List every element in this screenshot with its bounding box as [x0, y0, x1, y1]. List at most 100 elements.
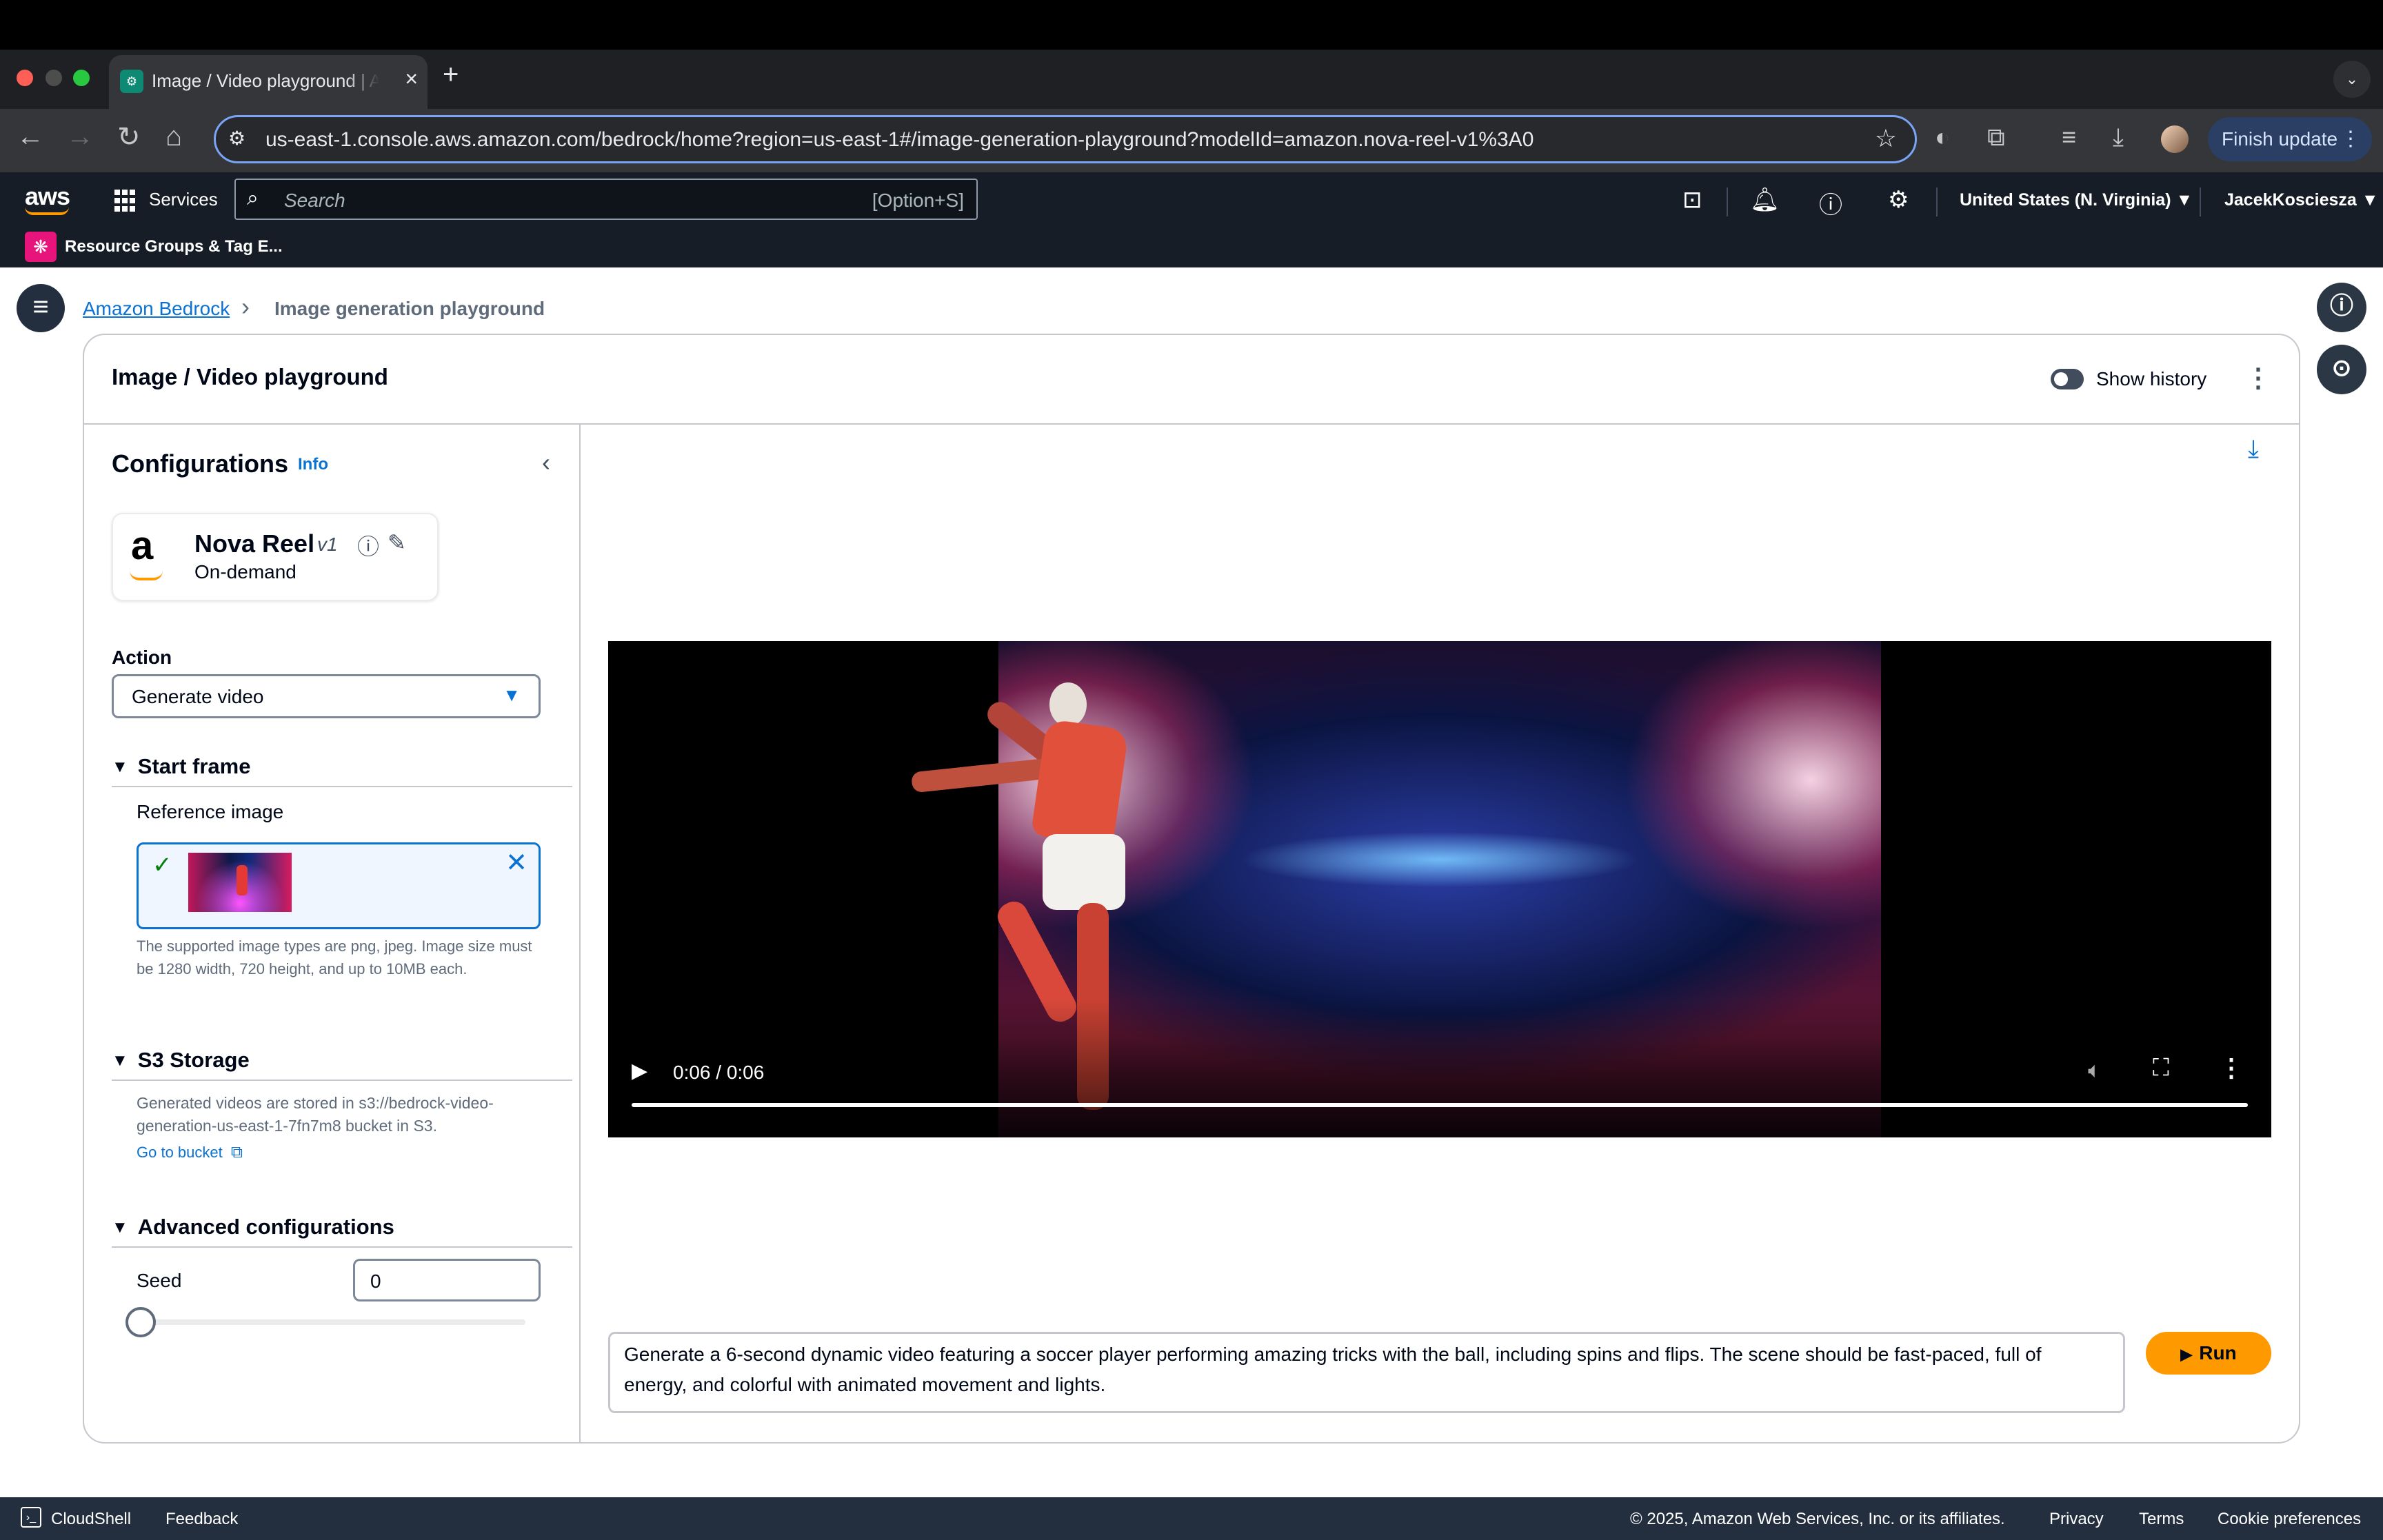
browser-tab[interactable]: ⚙ Image / Video playground | Amazon Bedr… [109, 55, 428, 109]
close-window-button[interactable] [17, 70, 33, 86]
expand-caret-icon: ▼ [112, 1218, 128, 1237]
breadcrumb-separator-icon: › [241, 292, 250, 321]
model-info-icon[interactable]: ⓘ [357, 529, 379, 561]
region-selector[interactable]: United States (N. Virginia) ▼ [1960, 190, 2193, 210]
finish-update-button[interactable]: Finish update ⋮ [2208, 117, 2372, 161]
cloudshell-icon[interactable]: ›_ [21, 1507, 41, 1528]
forward-icon[interactable]: → [66, 121, 94, 152]
profile-avatar[interactable] [2161, 125, 2189, 153]
privacy-link[interactable]: Privacy [2049, 1510, 2104, 1529]
seed-slider-handle[interactable] [125, 1307, 156, 1337]
run-label: Run [2199, 1342, 2237, 1364]
back-icon[interactable]: ← [17, 121, 44, 152]
advanced-configurations-section-header[interactable]: ▼ Advanced configurations [112, 1215, 394, 1239]
s3-storage-section-header[interactable]: ▼ S3 Storage [112, 1048, 250, 1073]
search-shortcut: [Option+S] [872, 190, 964, 211]
reference-image-help: The supported image types are png, jpeg.… [137, 938, 532, 977]
header-divider [1727, 188, 1728, 216]
seed-input[interactable]: 0 [353, 1259, 541, 1301]
google-lens-icon[interactable]: ◐ [1935, 123, 1950, 152]
help-icon[interactable]: ⓘ [1819, 186, 1842, 220]
side-nav-toggle-button[interactable]: ≡ [17, 284, 65, 332]
copyright-text: © 2025, Amazon Web Services, Inc. or its… [1630, 1510, 2005, 1528]
help-panel-icon[interactable]: ⊙ [2317, 345, 2366, 394]
cloudshell-link[interactable]: CloudShell [51, 1510, 131, 1529]
amazon-smile-icon [130, 571, 163, 580]
prompt-textarea[interactable]: Generate a 6-second dynamic video featur… [608, 1332, 2125, 1413]
address-bar[interactable]: ⚙ us-east-1.console.aws.amazon.com/bedro… [214, 115, 1917, 163]
action-select[interactable]: Generate video ▼ [112, 674, 541, 718]
bookmark-star-icon[interactable]: ☆ [1875, 124, 1897, 153]
bedrock-favicon-icon: ⚙ [120, 70, 143, 93]
home-icon[interactable]: ⌂ [165, 121, 182, 152]
player-jersey [1030, 718, 1129, 847]
new-tab-icon[interactable]: + [443, 59, 459, 90]
info-panel-icon[interactable]: ⓘ [2317, 283, 2366, 332]
services-grid-icon[interactable] [114, 189, 138, 212]
advanced-configurations-title: Advanced configurations [137, 1215, 394, 1239]
minimize-window-button[interactable] [46, 70, 62, 86]
volume-icon[interactable]: 🔈︎ [2088, 1057, 2101, 1084]
section-divider [112, 786, 572, 787]
extensions-icon[interactable]: ⧉ [1987, 123, 2005, 152]
downloads-icon[interactable]: ⤓ [2113, 123, 2124, 152]
breadcrumb-amazon-bedrock[interactable]: Amazon Bedrock [83, 298, 230, 320]
terms-link[interactable]: Terms [2139, 1510, 2184, 1529]
show-history-label[interactable]: Show history [2096, 368, 2206, 390]
video-progress-bar[interactable] [632, 1103, 2248, 1107]
browser-menu-icon[interactable]: ⋮ [2340, 117, 2361, 161]
account-menu[interactable]: JacekKoscieszа ▼ [2224, 190, 2379, 210]
video-more-icon[interactable]: ⋮ [2219, 1053, 2244, 1082]
run-button[interactable]: ▶ Run [2146, 1332, 2271, 1375]
aws-smile-icon [25, 207, 69, 215]
video-time: 0:06 / 0:06 [673, 1062, 765, 1083]
services-menu[interactable]: Services [149, 189, 218, 210]
upload-success-icon: ✓ [152, 852, 172, 878]
reload-icon[interactable]: ↻ [117, 121, 141, 153]
player-head [1049, 682, 1087, 727]
tab-search-icon[interactable]: ⌄ [2333, 61, 2371, 98]
maximize-window-button[interactable] [73, 70, 90, 86]
cookie-preferences-link[interactable]: Cookie preferences [2218, 1510, 2361, 1529]
player-arm [910, 758, 1051, 793]
close-tab-icon[interactable]: × [405, 66, 418, 92]
favorite-resource-groups[interactable]: Resource Groups & Tag E... [65, 237, 283, 256]
start-frame-title: Start frame [137, 754, 251, 778]
card-divider [84, 423, 2299, 425]
start-frame-section-header[interactable]: ▼ Start frame [112, 754, 250, 779]
expand-caret-icon: ▼ [112, 1051, 128, 1070]
play-icon[interactable]: ▶ [632, 1059, 647, 1083]
reference-image-upload[interactable]: ✓ ✕ [137, 842, 541, 929]
collapse-panel-icon[interactable]: ‹ [542, 448, 550, 477]
configurations-title: Configurations [112, 449, 288, 478]
notifications-bell-icon[interactable]: 🔔︎ [1750, 186, 1780, 214]
more-actions-icon[interactable]: ⋮ [2245, 363, 2271, 394]
expand-caret-icon: ▼ [112, 758, 128, 776]
console-search-input[interactable]: ⌕ Search [Option+S] [234, 179, 978, 220]
page-title: Image / Video playground [112, 364, 388, 389]
configurations-info-link[interactable]: Info [298, 455, 328, 474]
video-controls-shade [608, 1000, 2271, 1137]
fullscreen-icon[interactable]: ⛶ [2153, 1055, 2169, 1082]
amazon-logo: a [131, 523, 154, 568]
section-divider [112, 1080, 572, 1081]
download-icon[interactable]: ⤓ [2248, 434, 2259, 464]
remove-image-icon[interactable]: ✕ [505, 847, 527, 878]
finish-update-label: Finish update [2222, 128, 2338, 150]
site-info-icon[interactable]: ⚙ [228, 127, 245, 150]
reading-list-icon[interactable]: ≡ [2062, 123, 2076, 152]
show-history-toggle[interactable] [2051, 369, 2084, 389]
header-divider [1936, 188, 1938, 216]
edit-model-icon[interactable]: ✎ [388, 529, 406, 556]
video-player[interactable]: ▶ 0:06 / 0:06 🔈︎ ⛶ ⋮ [608, 641, 2271, 1137]
reference-image-label: Reference image [137, 801, 284, 822]
breadcrumb-current: Image generation playground [274, 298, 545, 319]
go-to-bucket-link[interactable]: Go to bucket ⧉ [137, 1143, 243, 1162]
settings-gear-icon[interactable]: ⚙ [1888, 186, 1909, 214]
action-select-value: Generate video [132, 686, 264, 707]
model-card[interactable]: a Nova Reel v1 ⓘ ✎ On-demand [112, 513, 439, 601]
cloudshell-icon[interactable]: ⊡ [1682, 186, 1702, 214]
feedback-link[interactable]: Feedback [165, 1510, 238, 1529]
resource-groups-icon[interactable]: ❋ [25, 232, 57, 262]
seed-slider-track[interactable] [142, 1319, 525, 1325]
